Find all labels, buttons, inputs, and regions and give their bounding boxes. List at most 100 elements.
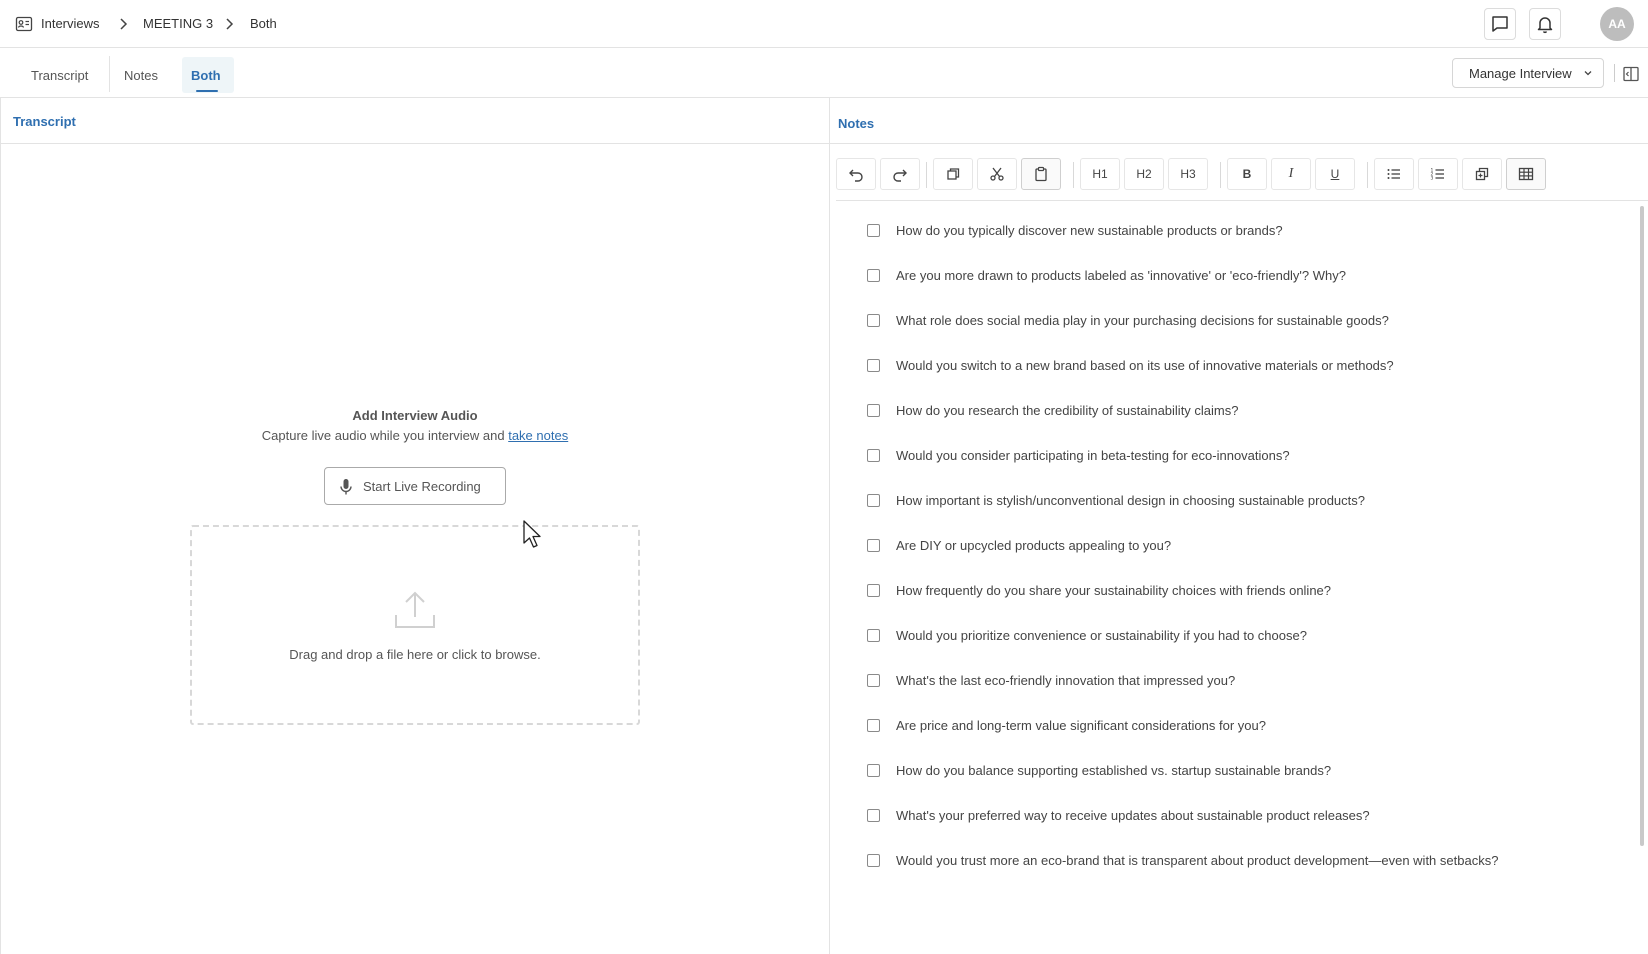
checkbox[interactable] [867,223,880,237]
breadcrumb-interviews[interactable]: Interviews [41,16,100,31]
question-text[interactable]: Would you consider participating in beta… [896,448,1290,463]
heading-3-button[interactable]: H3 [1168,158,1208,190]
copy-button[interactable] [933,158,973,190]
checklist-item: What's your preferred way to receive upd… [867,806,1370,824]
copy-icon [945,166,961,182]
toolbar-separator [1367,162,1368,188]
checkbox[interactable] [867,313,880,327]
checkbox[interactable] [867,268,880,282]
clipboard-icon [1033,166,1049,182]
cut-button[interactable] [977,158,1017,190]
notes-scrollbar[interactable] [1640,206,1644,846]
comments-button[interactable] [1484,8,1516,40]
question-text[interactable]: What role does social media play in your… [896,313,1389,328]
tab-transcript[interactable]: Transcript [31,68,88,83]
checklist-item: Are price and long-term value significan… [867,716,1266,734]
checkbox[interactable] [867,538,880,552]
chat-icon [1490,14,1510,34]
duplicate-button[interactable] [1462,158,1502,190]
add-audio-subtitle: Capture live audio while you interview a… [0,428,830,443]
underline-button[interactable]: U [1315,158,1355,190]
scissors-icon [989,166,1005,182]
chevron-down-icon [1583,68,1593,78]
question-text[interactable]: Would you trust more an eco-brand that i… [896,853,1498,868]
breadcrumb-current: Both [250,16,277,31]
manage-interview-label: Manage Interview [1469,65,1572,81]
transcript-title: Transcript [13,114,76,129]
heading-1-button[interactable]: H1 [1080,158,1120,190]
table-button[interactable] [1506,158,1546,190]
question-text[interactable]: Are price and long-term value significan… [896,718,1266,733]
checkbox[interactable] [867,448,880,462]
question-text[interactable]: Would you prioritize convenience or sust… [896,628,1307,643]
checkbox[interactable] [867,853,880,867]
question-text[interactable]: How important is stylish/unconventional … [896,493,1365,508]
checkbox[interactable] [867,493,880,507]
notes-header [830,98,1648,144]
checkbox[interactable] [867,583,880,597]
interviews-icon[interactable] [15,15,33,33]
bold-button[interactable]: B [1227,158,1267,190]
checkbox[interactable] [867,763,880,777]
question-text[interactable]: What's the last eco-friendly innovation … [896,673,1235,688]
microphone-icon [339,478,353,496]
checklist-item: How do you research the credibility of s… [867,401,1239,419]
checklist-item: How frequently do you share your sustain… [867,581,1331,599]
bell-icon [1535,14,1555,34]
bullet-list-icon [1386,166,1402,182]
add-audio-title: Add Interview Audio [352,408,478,423]
toolbar-separator [1073,162,1074,188]
add-audio-subtitle-text: Capture live audio while you interview a… [261,428,505,443]
tab-notes[interactable]: Notes [124,68,158,83]
bullet-list-button[interactable] [1374,158,1414,190]
question-text[interactable]: How do you balance supporting establishe… [896,763,1331,778]
numbered-list-button[interactable]: 123 [1418,158,1458,190]
table-icon [1518,166,1534,182]
heading-2-button[interactable]: H2 [1124,158,1164,190]
avatar[interactable]: AA [1600,7,1634,41]
question-text[interactable]: How do you research the credibility of s… [896,403,1239,418]
notifications-button[interactable] [1529,8,1561,40]
checklist-item: Would you prioritize convenience or sust… [867,626,1307,644]
tab-divider [109,56,110,92]
question-text[interactable]: Are DIY or upcycled products appealing t… [896,538,1171,553]
file-dropzone[interactable]: Drag and drop a file here or click to br… [190,525,640,725]
chevron-right-icon [116,17,130,31]
toolbar-separator [1614,64,1615,82]
tab-both[interactable]: Both [191,68,221,83]
checkbox[interactable] [867,718,880,732]
question-text[interactable]: How do you typically discover new sustai… [896,223,1283,238]
checkbox[interactable] [867,673,880,687]
breadcrumb-meeting[interactable]: MEETING 3 [143,16,213,31]
paste-button[interactable] [1021,158,1061,190]
checklist-item: What's the last eco-friendly innovation … [867,671,1235,689]
chevron-right-icon [222,17,236,31]
split-view-icon[interactable] [1622,65,1640,83]
notes-title: Notes [838,116,875,131]
question-text[interactable]: What's your preferred way to receive upd… [896,808,1370,823]
start-live-recording-button[interactable]: Start Live Recording [324,467,506,505]
redo-button[interactable] [880,158,920,190]
question-text[interactable]: How frequently do you share your sustain… [896,583,1331,598]
svg-text:3: 3 [1431,176,1434,182]
checkbox[interactable] [867,358,880,372]
redo-icon [892,166,908,182]
checklist-item: Are you more drawn to products labeled a… [867,266,1346,284]
question-text[interactable]: Would you switch to a new brand based on… [896,358,1394,373]
checklist-item: How do you balance supporting establishe… [867,761,1331,779]
checkbox[interactable] [867,808,880,822]
toolbar-border [836,200,1648,201]
top-bar [0,0,1648,48]
take-notes-link[interactable]: take notes [508,428,568,443]
start-live-recording-label: Start Live Recording [363,478,481,494]
checkbox[interactable] [867,403,880,417]
question-text[interactable]: Are you more drawn to products labeled a… [896,268,1346,283]
manage-interview-button[interactable]: Manage Interview [1452,58,1604,88]
toolbar-separator [1220,162,1221,188]
checkbox[interactable] [867,628,880,642]
italic-button[interactable]: I [1271,158,1311,190]
numbered-list-icon: 123 [1430,166,1446,182]
toolbar-separator [926,162,927,188]
undo-button[interactable] [836,158,876,190]
checklist-item: Would you consider participating in beta… [867,446,1290,464]
